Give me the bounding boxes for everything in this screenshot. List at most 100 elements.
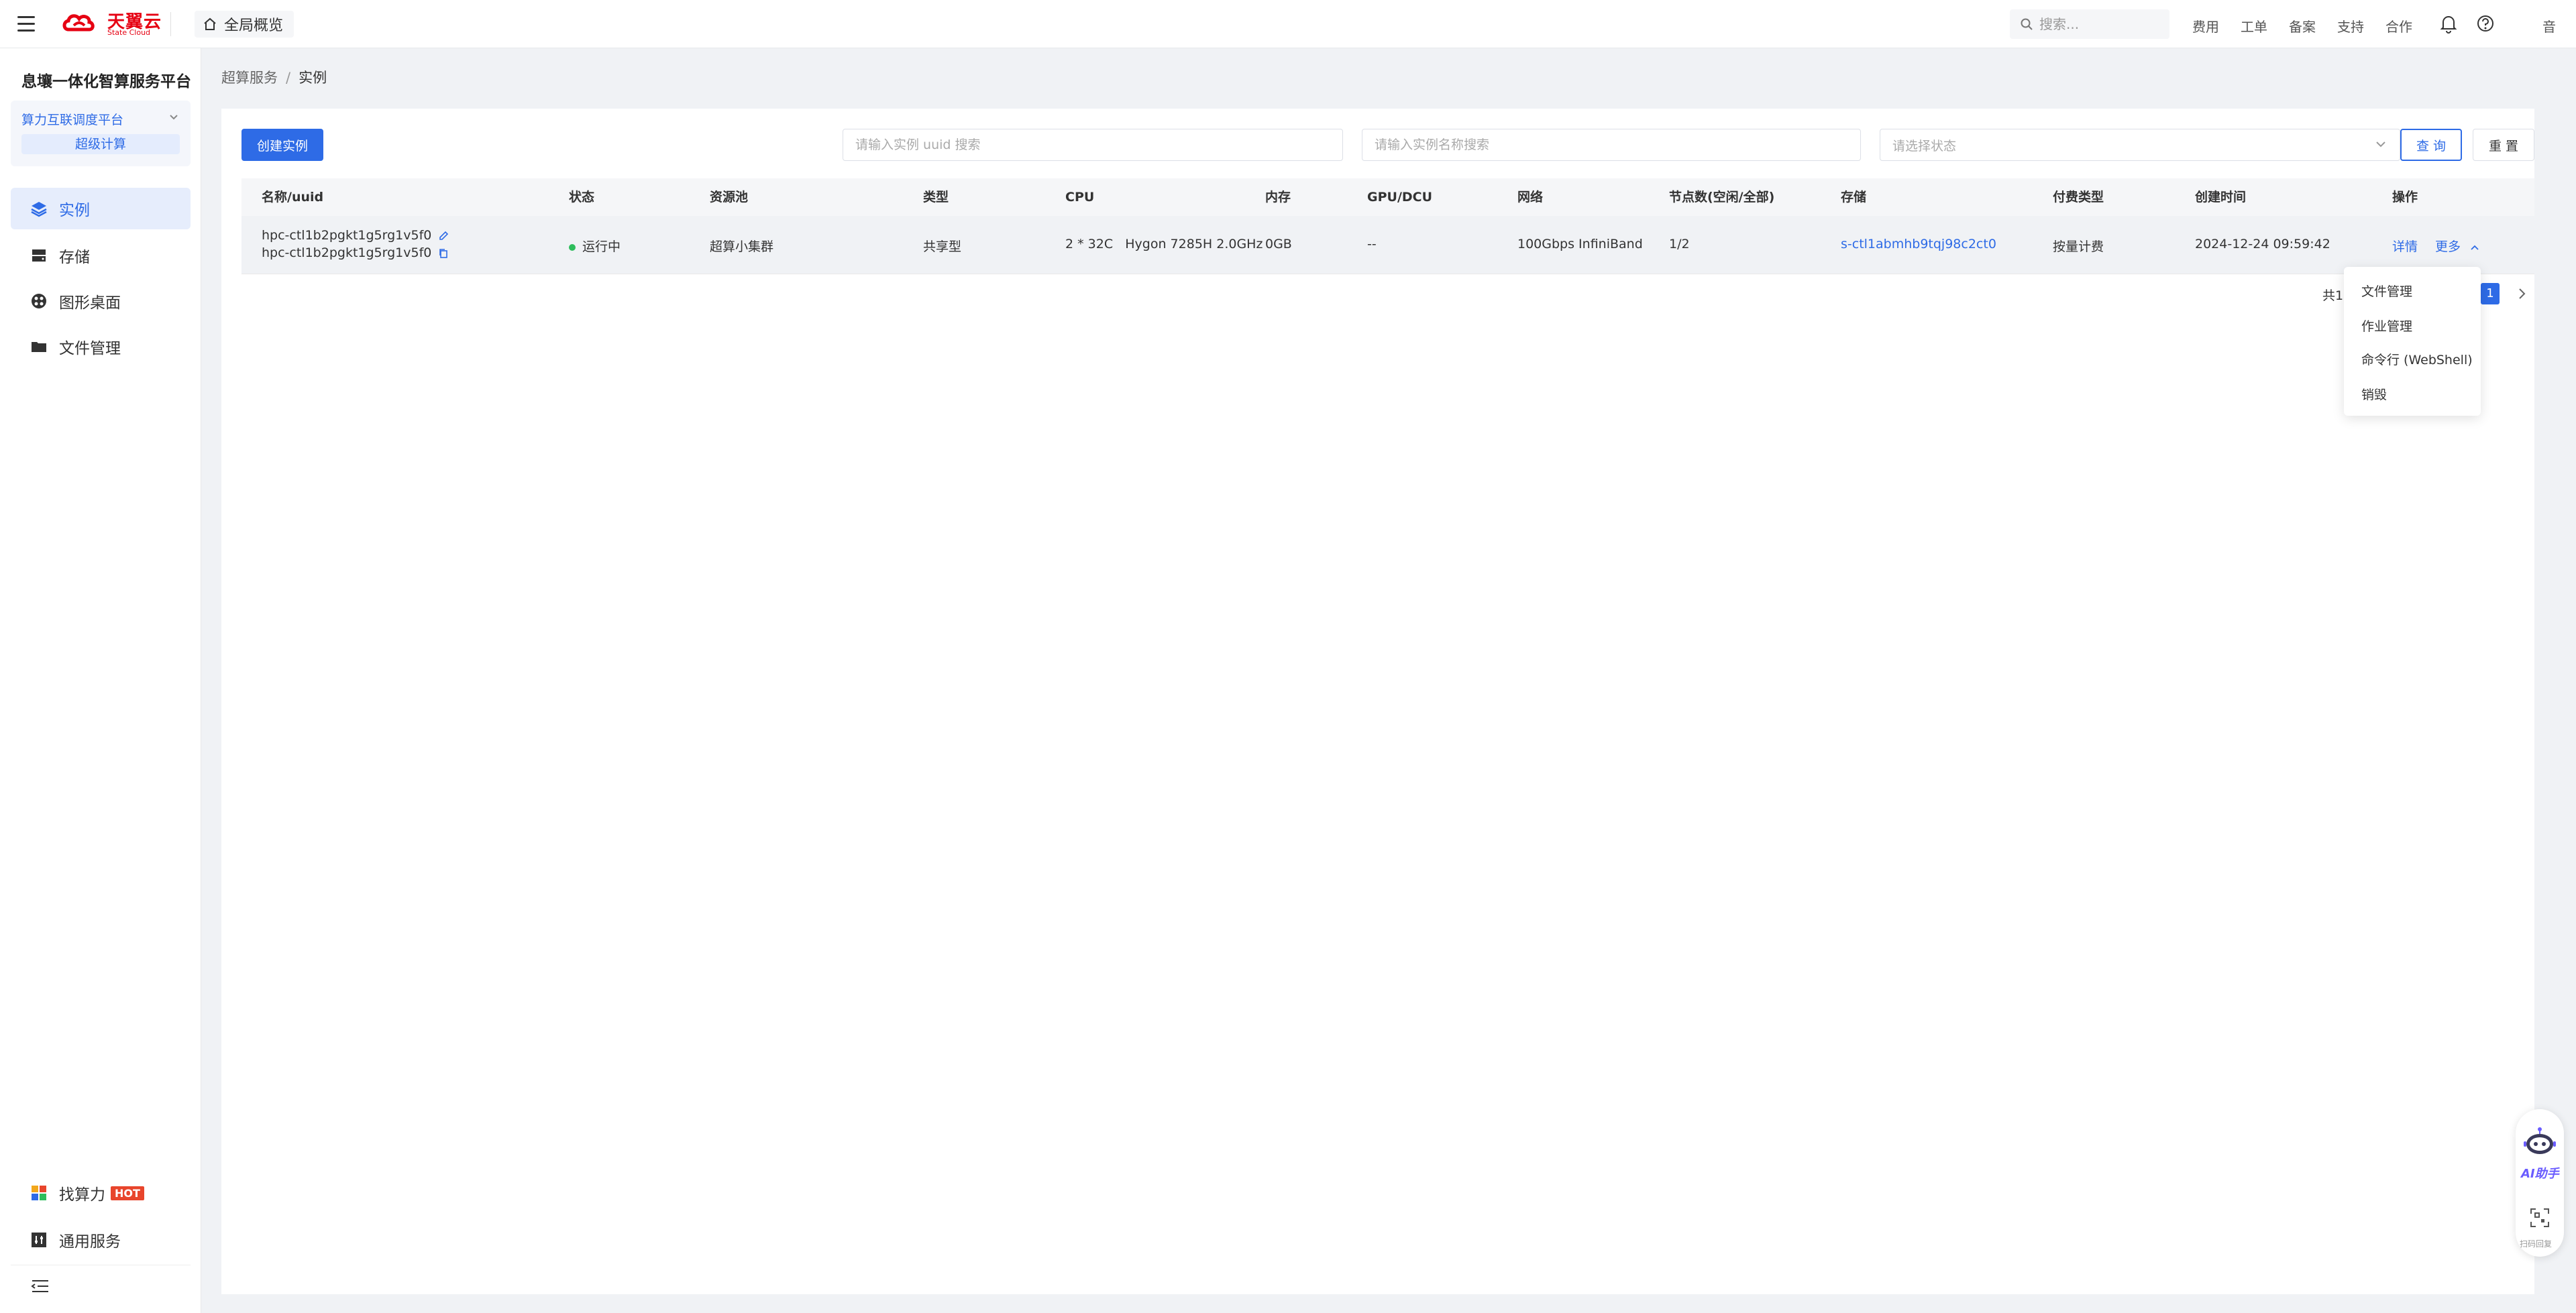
menu-item-job-management[interactable]: 作业管理 [2361,317,2412,335]
global-search-input[interactable] [2038,15,2161,33]
cell-pool: 超算小集群 [710,239,774,254]
sidebar-item-graphic-desktop[interactable]: 图形桌面 [11,280,191,322]
nav-cooperation[interactable]: 合作 [2385,16,2412,36]
query-button[interactable]: 查 询 [2400,129,2462,161]
sidebar-item-label: 图形桌面 [59,294,121,312]
column-header: 存储 [1841,190,1867,205]
collapse-sidebar-icon[interactable] [31,1278,50,1294]
column-header: 类型 [923,190,949,205]
desktop-icon [30,292,48,310]
global-search[interactable] [2010,9,2169,39]
hot-badge: HOT [111,1186,144,1200]
robot-icon [2524,1127,2556,1154]
main-panel: 创建实例 请选择状态 查 询 重 置 名称/uuid 状态 资源池 类型 CPU… [221,109,2534,1294]
column-header: GPU/DCU [1367,190,1433,205]
divider [170,12,171,36]
column-header: 名称/uuid [262,190,324,205]
column-header: 操作 [2392,190,2418,205]
instance-uuid: hpc-ctl1b2pgkt1g5rg1v5f0 [262,245,449,260]
menu-item-webshell[interactable]: 命令行 (WebShell) [2361,350,2473,368]
qr-scan-icon[interactable] [2529,1207,2551,1229]
ai-assistant-widget[interactable]: AI助手 扫码回复 [2516,1109,2564,1257]
status-badge: 运行中 [569,237,621,255]
sidebar-item-general-services[interactable]: 通用服务 [11,1219,191,1261]
status-dot [569,243,576,251]
ai-assistant-label[interactable]: AI助手 [2521,1164,2559,1182]
status-select[interactable]: 请选择状态 [1880,129,2400,161]
more-link[interactable]: 更多 [2435,237,2479,255]
nav-support[interactable]: 支持 [2337,16,2364,36]
sidebar-item-label: 通用服务 [59,1233,121,1251]
cell-cpu: 2 * 32C Hygon 7285H 2.0GHz [1065,237,1263,251]
more-actions-menu: 文件管理 作业管理 命令行 (WebShell) 销毁 [2344,267,2481,416]
menu-item-file-management[interactable]: 文件管理 [2361,282,2412,300]
detail-link[interactable]: 详情 [2392,237,2418,255]
platform-switcher[interactable]: 算力互联调度平台 超级计算 [11,101,191,166]
uuid-search-input[interactable] [843,129,1343,161]
nav-filing[interactable]: 备案 [2289,16,2316,36]
pagination-page[interactable]: 1 [2481,283,2500,304]
menu-item-destroy[interactable]: 销毁 [2361,385,2387,403]
breadcrumb-item[interactable]: 超算服务 [221,70,278,86]
copy-icon[interactable] [438,248,449,259]
create-instance-button[interactable]: 创建实例 [241,129,323,161]
home-icon [204,17,216,30]
grid-icon [30,1184,48,1202]
table-row: hpc-ctl1b2pgkt1g5rg1v5f0 hpc-ctl1b2pgkt1… [241,216,2534,274]
column-header: 状态 [569,190,595,205]
help-icon[interactable] [2475,13,2496,34]
platform-name: 算力互联调度平台 [21,113,124,127]
nav-tickets[interactable]: 工单 [2241,16,2267,36]
user-menu[interactable]: 音 [2542,16,2556,36]
sidebar-item-find-compute[interactable]: 找算力 HOT [11,1172,191,1214]
top-bar: 天翼云 State Cloud 全局概览 费用 工单 备案 支持 合作 音 [0,0,2576,48]
column-header: CPU [1065,190,1095,205]
cell-billing: 按量计费 [2053,239,2104,254]
sidebar-item-label: 找算力 [59,1186,105,1204]
home-label: 全局概览 [224,17,284,34]
storage-link[interactable]: s-ctl1abmhb9tqj98c2ct0 [1841,237,1996,251]
layers-icon [30,199,48,218]
name-search-input[interactable] [1362,129,1861,161]
bell-icon[interactable] [2439,13,2458,34]
sidebar-item-file-management[interactable]: 文件管理 [11,326,191,367]
chevron-down-icon [2376,141,2385,148]
qr-scan-label: 扫码回复 [2520,1239,2553,1249]
instance-name: hpc-ctl1b2pgkt1g5rg1v5f0 [262,228,449,243]
column-header: 创建时间 [2195,190,2247,205]
nav-fees[interactable]: 费用 [2192,16,2219,36]
home-overview-button[interactable]: 全局概览 [195,11,294,38]
cell-nodes: 1/2 [1669,237,1690,251]
folder-icon [30,337,48,356]
column-header: 付费类型 [2053,190,2104,205]
sidebar: 息壤一体化智算服务平台 算力互联调度平台 超级计算 实例 存储 图形桌面 文件管… [0,48,201,1313]
edit-icon[interactable] [438,231,449,241]
brand-sub: State Cloud [107,28,151,37]
search-icon [2021,18,2033,30]
menu-icon[interactable] [17,16,35,32]
cell-type: 共享型 [923,239,962,254]
platform-title: 息壤一体化智算服务平台 [21,73,191,91]
column-header: 节点数(空闲/全部) [1669,190,1775,205]
sidebar-item-storage[interactable]: 存储 [11,235,191,276]
cell-memory: 0GB [1265,237,1292,251]
cell-created: 2024-12-24 09:59:42 [2195,237,2330,251]
breadcrumb-current: 实例 [299,70,327,86]
status-select-placeholder: 请选择状态 [1892,138,1957,154]
pagination-total: 共1 [2322,288,2344,303]
storage-icon [30,246,48,265]
sidebar-item-label: 存储 [59,249,90,266]
platform-sub[interactable]: 超级计算 [21,134,180,154]
reset-button[interactable]: 重 置 [2473,129,2534,161]
table-header: 名称/uuid 状态 资源池 类型 CPU 内存 GPU/DCU 网络 节点数(… [241,178,2534,216]
sidebar-item-instances[interactable]: 实例 [11,188,191,229]
chevron-right-icon[interactable] [2517,287,2526,300]
cell-network: 100Gbps InfiniBand [1517,237,1643,251]
chevron-up-icon [2471,245,2479,250]
column-header: 内存 [1265,190,1291,205]
cell-gpu: -- [1367,237,1377,251]
sidebar-item-label: 实例 [59,202,90,219]
sidebar-item-label: 文件管理 [59,340,121,357]
chevron-down-icon [170,115,178,120]
breadcrumb: 超算服务 / 实例 [221,70,327,86]
